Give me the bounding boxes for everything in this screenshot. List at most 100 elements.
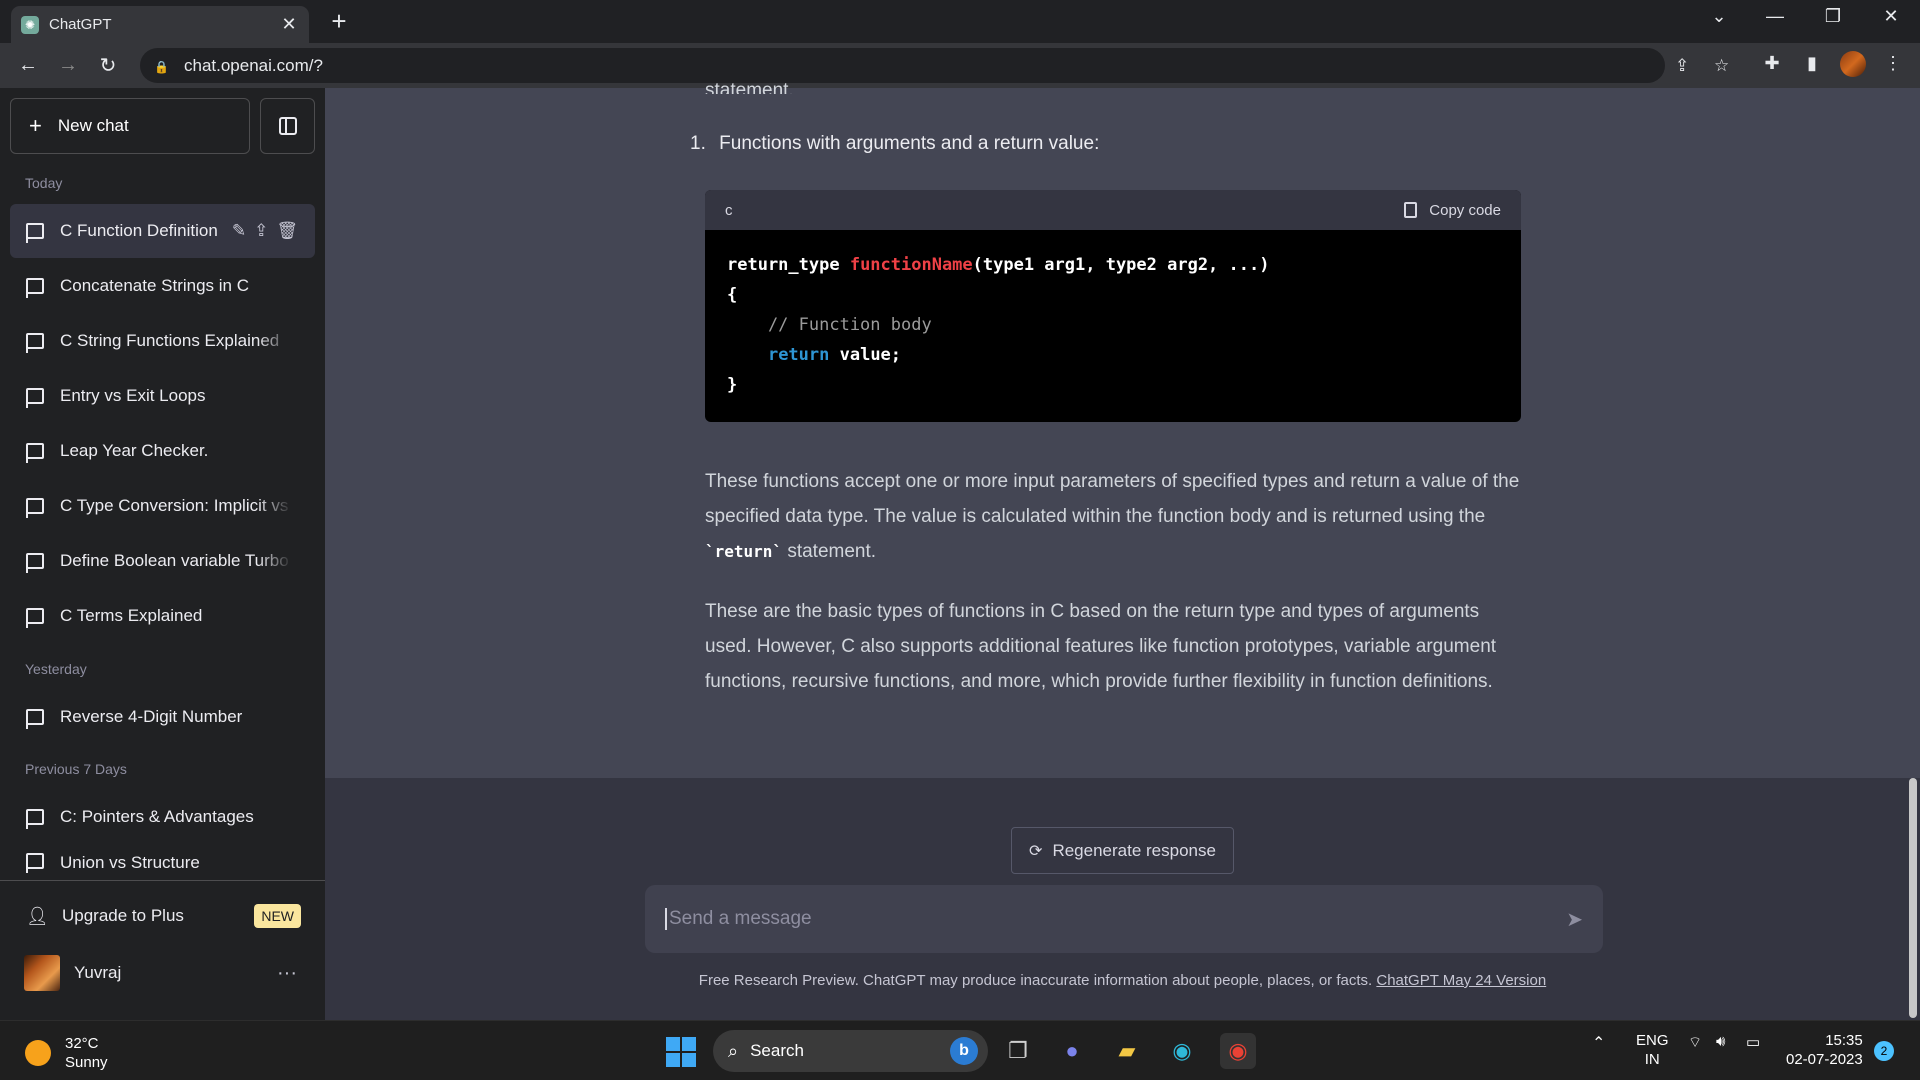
file-explorer-icon[interactable]: ▰ — [1109, 1033, 1145, 1069]
code-args: (type1 arg1, type2 arg2, ...) — [972, 255, 1270, 275]
sidebar-item-c-terms[interactable]: C Terms Explained — [10, 589, 315, 643]
version-link[interactable]: ChatGPT May 24 Version — [1376, 972, 1546, 989]
close-tab-icon[interactable]: ✕ — [279, 14, 299, 35]
edge-icon[interactable]: ◉ — [1164, 1033, 1200, 1069]
paragraph-2: These are the basic types of functions i… — [705, 601, 1497, 692]
sidebar-item-concatenate-strings[interactable]: Concatenate Strings in C — [10, 259, 315, 313]
tab-search-icon[interactable]: ⌄ — [1696, 6, 1742, 27]
weather-condition: Sunny — [65, 1054, 108, 1071]
edit-icon[interactable]: ✎ — [232, 221, 246, 241]
footer-disclaimer: Free Research Preview. ChatGPT may produ… — [325, 972, 1920, 989]
code-close-brace: } — [727, 375, 738, 395]
minimize-icon[interactable]: — — [1752, 6, 1798, 27]
taskbar-search[interactable]: ⌕ Search b — [713, 1030, 988, 1072]
refresh-icon: ⟳ — [1029, 842, 1043, 860]
toggle-sidebar-button[interactable] — [260, 98, 315, 154]
scrollbar[interactable] — [1909, 778, 1917, 1018]
upgrade-to-plus-button[interactable]: 👤︎ Upgrade to Plus NEW — [10, 891, 315, 941]
reload-icon[interactable]: ↻ — [88, 53, 128, 78]
forward-icon[interactable]: → — [48, 54, 88, 77]
copy-code-label: Copy code — [1429, 201, 1501, 219]
address-bar[interactable]: 🔒 chat.openai.com/? ⇪ ☆ — [140, 48, 1729, 83]
extensions-icon[interactable]: ✚ — [1759, 53, 1785, 74]
windows-taskbar: 32°C Sunny ⌕ Search b ❐ ● ▰ ◉ ◉ ⌃ ENG IN… — [0, 1020, 1920, 1080]
chat-bubble-icon — [26, 443, 44, 463]
sidebar-toggle-icon — [278, 117, 297, 135]
browser-menu-icon[interactable]: ⋮ — [1880, 53, 1906, 74]
sidebar-item-label: C Function Definition — [60, 221, 218, 240]
language-code: ENG — [1636, 1032, 1669, 1049]
sidebar-item-label: C Type Conversion: Implicit vs — [60, 496, 289, 515]
sidebar-item-label: Define Boolean variable Turbo — [60, 551, 289, 570]
chat-bubble-icon — [26, 853, 44, 873]
weather-widget[interactable]: 32°C Sunny — [25, 1034, 108, 1072]
lock-icon: 🔒 — [154, 59, 169, 74]
section-today: Today — [25, 175, 63, 191]
show-hidden-icons-icon[interactable]: ⌃ — [1592, 1033, 1605, 1053]
bookmark-star-icon[interactable]: ☆ — [1714, 56, 1729, 76]
back-icon[interactable]: ← — [8, 54, 48, 77]
copy-code-button[interactable]: Copy code — [1404, 202, 1501, 219]
chat-bubble-icon — [26, 809, 44, 829]
text-caret — [665, 908, 667, 930]
sidebar-item-reverse-number[interactable]: Reverse 4-Digit Number — [10, 690, 315, 744]
message-input[interactable]: Send a message ➤ — [645, 885, 1603, 953]
browser-tabstrip: ✺ ChatGPT ✕ + ⌄ — ❐ ✕ — [0, 0, 1920, 43]
wifi-icon[interactable]: ⌔ — [1688, 1033, 1702, 1052]
code-return-keyword: return — [767, 345, 830, 365]
close-window-icon[interactable]: ✕ — [1868, 6, 1914, 27]
sidebar-item-leap-year[interactable]: Leap Year Checker. — [10, 424, 315, 478]
sidebar-item-pointers[interactable]: C: Pointers & Advantages — [10, 790, 315, 844]
paragraph-1-end: statement. — [782, 541, 877, 562]
list-number: 1. — [690, 133, 706, 154]
clock[interactable]: 15:35 02-07-2023 — [1786, 1031, 1863, 1069]
more-options-icon[interactable]: ··· — [277, 962, 297, 985]
inline-code: `return` — [705, 542, 783, 561]
send-icon[interactable]: ➤ — [1566, 907, 1583, 932]
teams-chat-icon[interactable]: ● — [1054, 1033, 1090, 1069]
restore-icon[interactable]: ❐ — [1810, 6, 1856, 27]
language-indicator[interactable]: ENG IN — [1636, 1031, 1669, 1069]
chat-bubble-icon — [26, 709, 44, 729]
battery-icon[interactable]: ▭ — [1746, 1033, 1760, 1051]
code-header: c Copy code — [705, 190, 1521, 230]
sidebar: + New chat Today C Function Definition ✎… — [0, 88, 325, 1020]
sidebar-item-label: C: Pointers & Advantages — [60, 807, 254, 826]
sidebar-item-c-string-functions[interactable]: C String Functions Explained — [10, 314, 315, 368]
section-previous-7-days: Previous 7 Days — [25, 761, 127, 777]
volume-icon[interactable]: 🔊︎ — [1716, 1033, 1725, 1050]
list-text: Functions with arguments and a return va… — [719, 133, 1100, 154]
regenerate-response-button[interactable]: ⟳ Regenerate response — [1011, 827, 1234, 874]
sidebar-item-type-conversion[interactable]: C Type Conversion: Implicit vs — [10, 479, 315, 533]
side-panel-icon[interactable]: ▮ — [1799, 53, 1825, 74]
sidebar-item-entry-exit-loops[interactable]: Entry vs Exit Loops — [10, 369, 315, 423]
region-code: IN — [1644, 1051, 1660, 1068]
chatgpt-favicon-icon: ✺ — [21, 15, 39, 34]
delete-icon[interactable]: 🗑 — [276, 221, 298, 241]
sidebar-item-boolean-turbo[interactable]: Define Boolean variable Turbo — [10, 534, 315, 588]
code-block: c Copy code return_type functionName(typ… — [705, 190, 1521, 422]
windows-start-icon[interactable] — [666, 1037, 696, 1067]
tab-title: ChatGPT — [49, 16, 112, 33]
user-menu-button[interactable]: Yuvraj ··· — [10, 948, 315, 998]
sidebar-item-c-function-definition[interactable]: C Function Definition ✎ ⇪ 🗑 — [10, 204, 315, 258]
notification-badge[interactable]: 2 — [1874, 1041, 1894, 1061]
share-icon[interactable]: ⇪ — [1675, 56, 1689, 76]
share-chat-icon[interactable]: ⇪ — [254, 221, 268, 241]
profile-avatar[interactable] — [1840, 51, 1866, 77]
browser-tab-chatgpt[interactable]: ✺ ChatGPT ✕ — [11, 6, 309, 43]
sidebar-item-label: Leap Year Checker. — [60, 441, 209, 460]
sidebar-divider — [0, 880, 325, 881]
regenerate-label: Regenerate response — [1052, 840, 1216, 860]
chrome-icon[interactable]: ◉ — [1220, 1033, 1256, 1069]
new-tab-icon[interactable]: + — [324, 8, 354, 34]
temperature: 32°C — [65, 1035, 99, 1052]
footer-text: Free Research Preview. ChatGPT may produ… — [698, 972, 1377, 989]
new-chat-button[interactable]: + New chat — [10, 98, 250, 154]
task-view-icon[interactable]: ❐ — [1000, 1033, 1036, 1069]
sidebar-item-union-structure[interactable]: Union vs Structure — [10, 845, 315, 880]
code-return-type: return_type — [727, 255, 850, 275]
plus-icon: + — [29, 113, 42, 138]
bing-icon[interactable]: b — [950, 1037, 978, 1065]
time: 15:35 — [1825, 1032, 1863, 1049]
